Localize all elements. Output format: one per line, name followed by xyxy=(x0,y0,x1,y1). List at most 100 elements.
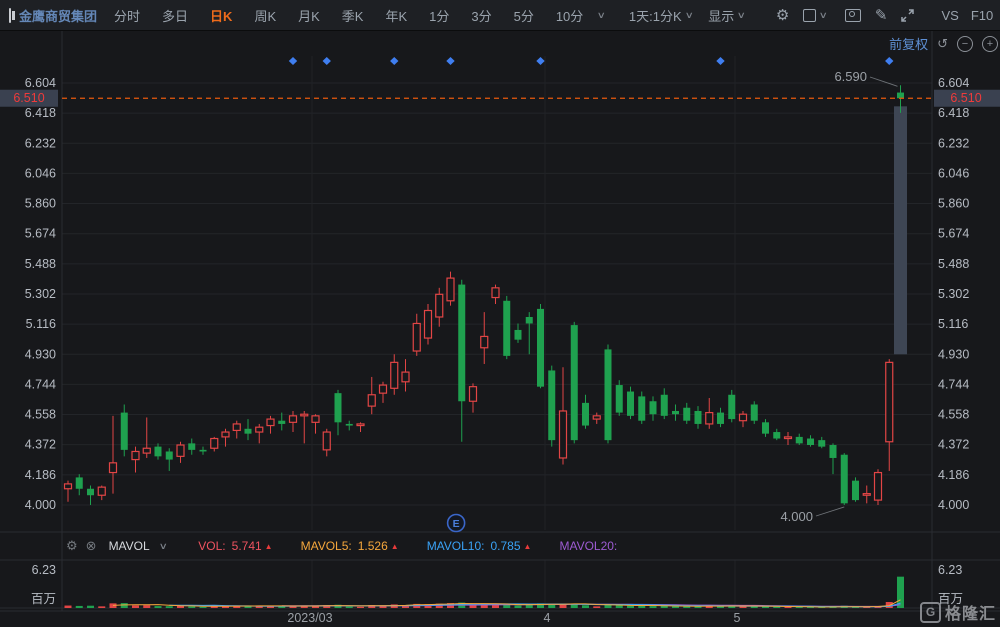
svg-text:5.860: 5.860 xyxy=(938,197,969,211)
low-annotation: 4.000 xyxy=(780,509,813,524)
current-price-label: 6.510 xyxy=(950,91,981,105)
period-tabs: 分时 多日 日K 周K 月K 季K 年K 1分 3分 5分 10分 xyxy=(103,6,594,25)
indicator-close-icon[interactable]: ⊗ xyxy=(86,538,97,554)
tab-5分[interactable]: 5分 xyxy=(503,6,545,25)
up-arrow-icon: ▲ xyxy=(523,541,532,551)
mavol5-readout: MAVOL5: 1.526 ▲ xyxy=(301,539,399,553)
f10-button[interactable]: F10 xyxy=(965,8,999,23)
svg-text:4.000: 4.000 xyxy=(938,498,969,512)
tab-周K[interactable]: 周K xyxy=(243,6,287,25)
volume-indicator-header: ⚙ ⊗ MAVOL ∨ VOL: 5.741 ▲ MAVOL5: 1.526 ▲… xyxy=(66,538,617,554)
svg-text:6.046: 6.046 xyxy=(938,166,969,180)
volume-axis-max: 6.23 xyxy=(938,563,962,577)
zoom-in-icon[interactable]: + xyxy=(982,35,998,52)
vol-value: 5.741 xyxy=(231,539,262,553)
svg-text:5.302: 5.302 xyxy=(938,287,969,301)
svg-text:6.418: 6.418 xyxy=(25,106,56,120)
settings-gear-icon[interactable]: ⚙ xyxy=(769,6,796,24)
chevron-down-icon[interactable]: ∨ xyxy=(158,541,167,552)
svg-text:5.116: 5.116 xyxy=(938,317,968,331)
tab-分时[interactable]: 分时 xyxy=(103,6,151,25)
tab-季K[interactable]: 季K xyxy=(331,6,375,25)
adjust-row: 前复权 ↺ − + xyxy=(889,34,998,53)
x-axis-label: 4 xyxy=(544,611,551,625)
tab-1分[interactable]: 1分 xyxy=(418,6,460,25)
volume-axis-max: 6.23 xyxy=(32,563,56,577)
mavol10-readout: MAVOL10: 0.785 ▲ xyxy=(427,539,532,553)
earnings-marker-label: E xyxy=(453,518,460,530)
chevron-down-icon[interactable]: ∨ xyxy=(597,10,606,21)
svg-text:6.604: 6.604 xyxy=(25,76,56,90)
interval-selector-label: 1天:1分K xyxy=(628,8,682,24)
window-icon[interactable] xyxy=(9,7,15,23)
svg-text:4.372: 4.372 xyxy=(25,438,56,452)
indicator-name[interactable]: MAVOL xyxy=(109,539,150,553)
high-annotation: 6.590 xyxy=(834,69,867,84)
mavol20-label: MAVOL20: xyxy=(559,539,618,553)
tab-年K[interactable]: 年K xyxy=(374,6,418,25)
symbol-name[interactable]: 金鹰商贸集团 xyxy=(19,6,97,25)
tab-月K[interactable]: 月K xyxy=(287,6,331,25)
svg-text:5.488: 5.488 xyxy=(25,257,56,271)
display-menu-label: 显示 xyxy=(708,8,735,24)
svg-text:5.674: 5.674 xyxy=(938,227,969,241)
svg-text:6.232: 6.232 xyxy=(25,136,56,150)
candlestick-chart[interactable]: 6.604 6.604 6.418 6.418 6.232 6.232 6.046 6.046… xyxy=(0,0,1000,627)
svg-text:5.674: 5.674 xyxy=(25,227,56,241)
tab-3分[interactable]: 3分 xyxy=(460,6,502,25)
gelonghui-logo-icon: G xyxy=(919,601,941,623)
svg-text:4.558: 4.558 xyxy=(938,408,969,422)
current-price-label: 6.510 xyxy=(13,91,44,105)
svg-text:6.418: 6.418 xyxy=(938,106,969,120)
svg-text:5.488: 5.488 xyxy=(938,257,969,271)
price-gap-zone xyxy=(894,106,907,355)
undo-icon[interactable]: ↺ xyxy=(937,37,948,50)
mavol5-value: 1.526 xyxy=(357,539,388,553)
tab-日K[interactable]: 日K xyxy=(199,6,243,25)
mavol10-label: MAVOL10: xyxy=(426,539,485,553)
mavol20-readout: MAVOL20: xyxy=(559,539,617,553)
watermark-text: 格隆汇 xyxy=(944,606,996,623)
tab-多日[interactable]: 多日 xyxy=(151,6,199,25)
mavol10-value: 0.785 xyxy=(490,539,521,553)
vs-button[interactable]: VS xyxy=(935,8,964,23)
zoom-out-icon[interactable]: − xyxy=(957,35,973,52)
vol-readout: VOL: 5.741 ▲ xyxy=(198,539,272,553)
indicator-settings-gear-icon[interactable]: ⚙ xyxy=(66,538,78,554)
volume-axis-unit: 百万 xyxy=(31,592,56,606)
up-arrow-icon: ▲ xyxy=(264,541,273,551)
svg-text:4.744: 4.744 xyxy=(25,377,56,391)
draw-pencil-icon[interactable]: ✎ xyxy=(868,6,895,24)
display-menu[interactable]: 显示 ∨ xyxy=(702,6,755,25)
svg-text:4.744: 4.744 xyxy=(938,377,969,391)
interval-selector[interactable]: 1天:1分K ∨ xyxy=(623,6,702,25)
mavol5-label: MAVOL5: xyxy=(300,539,352,553)
toolbar: 金鹰商贸集团 分时 多日 日K 周K 月K 季K 年K 1分 3分 5分 10分 ∨ 1天:1分K … xyxy=(0,0,1000,31)
layout-icon[interactable]: ∨ xyxy=(796,8,838,22)
svg-text:4.930: 4.930 xyxy=(938,347,969,361)
svg-text:6.232: 6.232 xyxy=(938,136,969,150)
svg-text:5.302: 5.302 xyxy=(25,287,56,301)
svg-text:5.116: 5.116 xyxy=(26,317,56,331)
screenshot-camera-icon[interactable] xyxy=(838,8,868,22)
svg-text:4.930: 4.930 xyxy=(25,347,56,361)
svg-text:4.558: 4.558 xyxy=(25,408,56,422)
x-axis-label: 5 xyxy=(734,611,741,625)
fullscreen-icon[interactable] xyxy=(894,8,921,22)
trading-app-window: 6.604 6.604 6.418 6.418 6.232 6.232 6.046 6.046… xyxy=(0,0,1000,627)
svg-text:4.186: 4.186 xyxy=(938,468,969,482)
adjust-mode-selector[interactable]: 前复权 xyxy=(889,34,928,53)
svg-text:6.604: 6.604 xyxy=(938,76,969,90)
tab-10分[interactable]: 10分 xyxy=(545,6,594,25)
x-axis-label: 2023/03 xyxy=(287,611,332,625)
svg-text:6.046: 6.046 xyxy=(25,166,56,180)
svg-text:4.186: 4.186 xyxy=(25,468,56,482)
chevron-down-icon: ∨ xyxy=(736,9,747,20)
watermark-logo: G 格隆汇 xyxy=(919,600,996,624)
chevron-down-icon: ∨ xyxy=(684,9,694,20)
svg-text:4.000: 4.000 xyxy=(25,498,56,512)
svg-text:4.372: 4.372 xyxy=(938,438,969,452)
vol-label: VOL: xyxy=(198,539,226,553)
up-arrow-icon: ▲ xyxy=(390,541,399,551)
svg-text:5.860: 5.860 xyxy=(25,197,56,211)
